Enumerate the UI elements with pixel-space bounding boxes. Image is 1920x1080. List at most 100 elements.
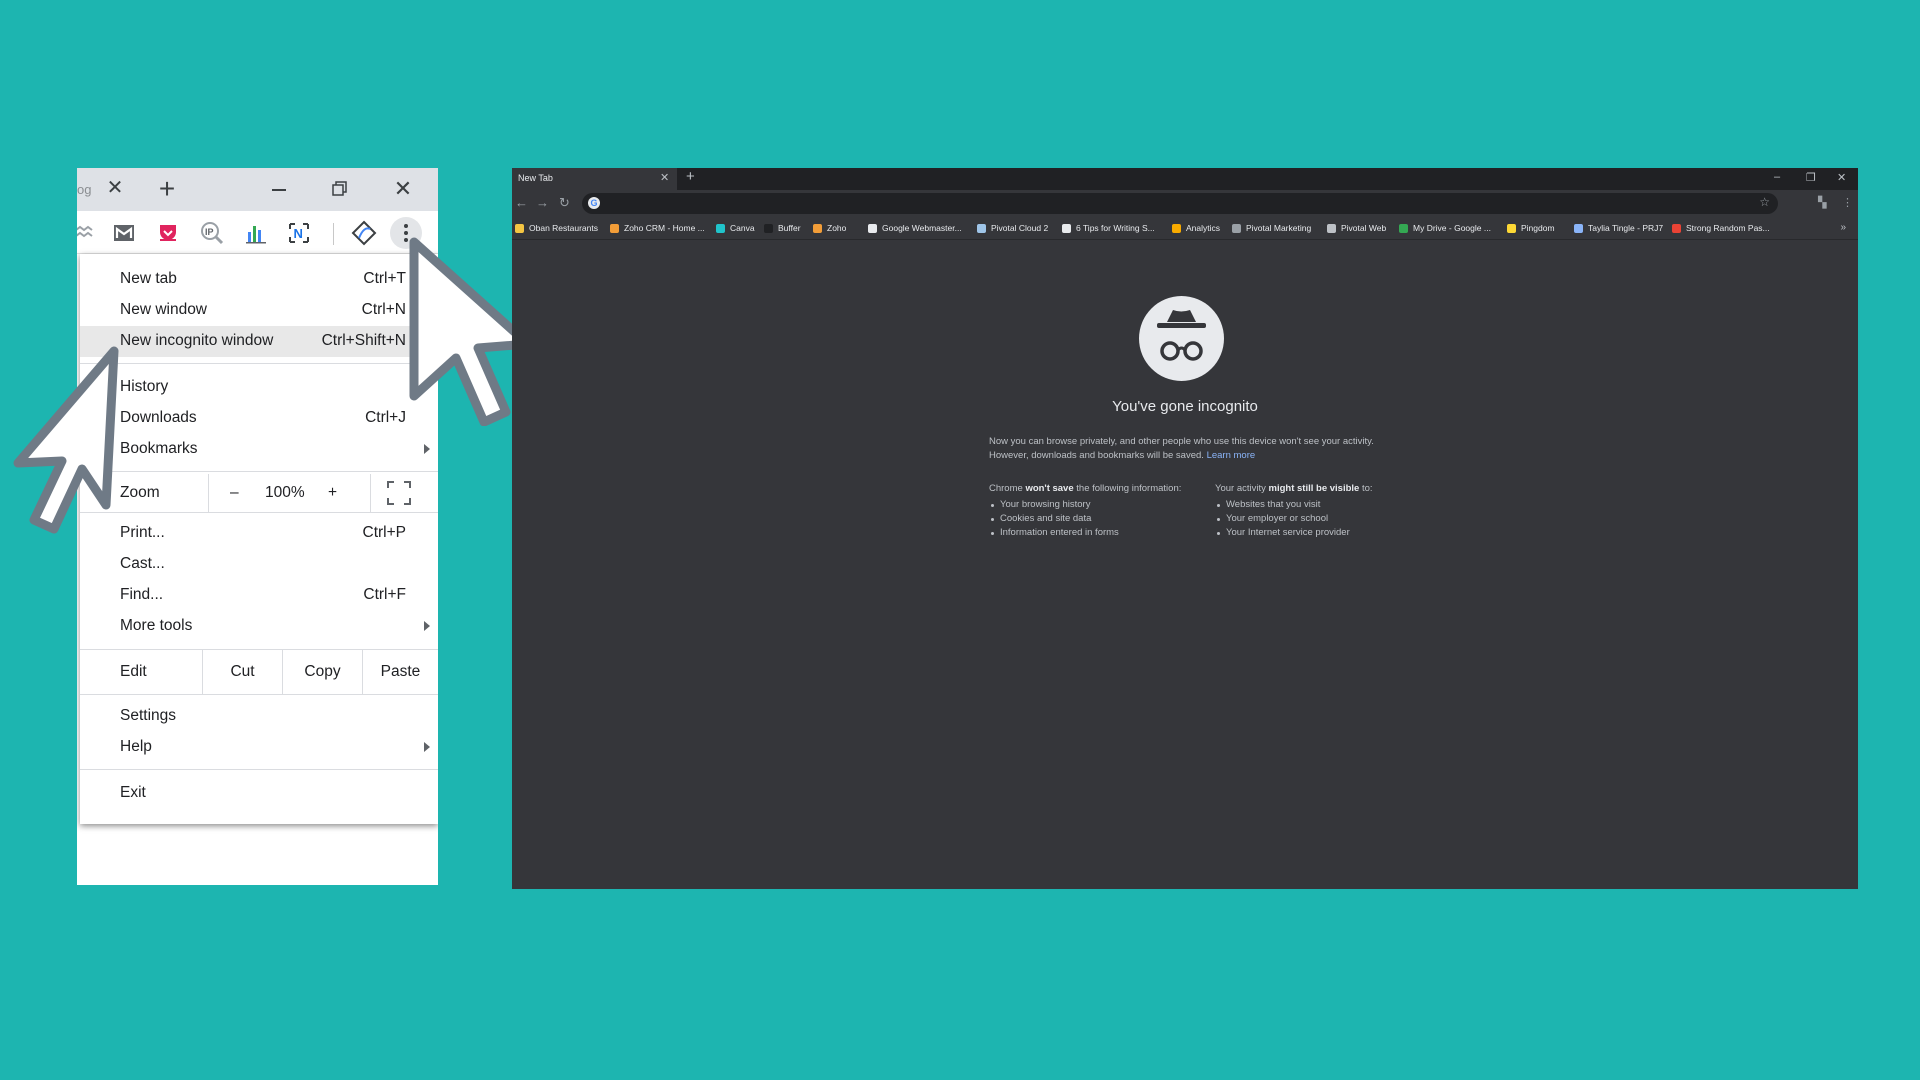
new-tab-plus-icon[interactable]: + bbox=[686, 168, 695, 185]
bookmark-item[interactable]: Canva bbox=[716, 223, 755, 233]
bookmark-item[interactable]: Zoho bbox=[813, 223, 846, 233]
menu-item-edit: Edit Cut Copy Paste bbox=[80, 650, 438, 694]
minimize-icon[interactable] bbox=[267, 178, 291, 200]
menu-item-downloads[interactable]: Downloads Ctrl+J bbox=[80, 403, 438, 434]
notion-n-icon[interactable]: N bbox=[286, 220, 312, 246]
bookmark-label: Zoho CRM - Home ... bbox=[624, 223, 705, 233]
incognito-spy-icon bbox=[1139, 296, 1224, 381]
address-bar[interactable]: G ☆ bbox=[582, 193, 1778, 214]
bookmark-favicon-icon bbox=[610, 223, 619, 233]
heading-text: to: bbox=[1359, 483, 1373, 494]
window-close-icon[interactable]: ✕ bbox=[1837, 171, 1846, 184]
forward-arrow-icon[interactable]: → bbox=[536, 195, 549, 210]
menu-shortcut: Ctrl+P bbox=[362, 524, 407, 541]
list-item: Your employer or school bbox=[1215, 512, 1373, 526]
menu-item-find[interactable]: Find... Ctrl+F bbox=[80, 580, 438, 611]
back-arrow-icon[interactable]: ← bbox=[515, 195, 528, 210]
bookmark-label: Pivotal Web bbox=[1341, 223, 1387, 233]
bookmark-item[interactable]: 6 Tips for Writing S... bbox=[1062, 223, 1155, 233]
incognito-browser-window: New Tab ✕ + – ❐ ✕ ← → ↻ G ☆ ▚ ⋮ Oban Res… bbox=[512, 168, 1858, 889]
wont-save-list: Chrome won't save the following informat… bbox=[989, 482, 1181, 540]
menu-item-new-incognito-window[interactable]: New incognito window Ctrl+Shift+N bbox=[80, 326, 438, 357]
new-tab-plus-icon[interactable]: + bbox=[150, 172, 184, 206]
menu-item-new-tab[interactable]: New tab Ctrl+T bbox=[80, 264, 438, 295]
copy-button[interactable]: Copy bbox=[282, 650, 362, 694]
chrome-menu-screenshot: og ✕ + ✕ IP N New tab Ctrl+T New window … bbox=[77, 168, 438, 885]
analytics-chart-icon[interactable] bbox=[243, 220, 269, 246]
bookmark-label: Pingdom bbox=[1521, 223, 1555, 233]
zoom-out-button[interactable]: – bbox=[230, 484, 239, 502]
bookmark-item[interactable]: Taylia Tingle - PRJ7 bbox=[1574, 223, 1663, 233]
extensions-toolbar: IP N bbox=[77, 211, 438, 254]
still-visible-heading: Your activity might still be visible to: bbox=[1215, 482, 1373, 496]
bookmark-label: Google Webmaster... bbox=[882, 223, 962, 233]
reload-icon[interactable]: ↻ bbox=[559, 195, 570, 211]
menu-item-help[interactable]: Help bbox=[80, 732, 438, 763]
chrome-menu-kebab-icon[interactable]: ⋮ bbox=[1842, 196, 1853, 209]
tab-strip: og ✕ + ✕ bbox=[77, 168, 438, 211]
menu-item-cast[interactable]: Cast... bbox=[80, 549, 438, 580]
menu-label: Cast... bbox=[120, 555, 165, 572]
tab-close-icon[interactable]: ✕ bbox=[101, 174, 129, 202]
bookmark-item[interactable]: Pingdom bbox=[1507, 223, 1555, 233]
toolbar-separator bbox=[333, 223, 334, 245]
bookmark-item[interactable]: Pivotal Cloud 2 bbox=[977, 223, 1048, 233]
theme-extension-icon[interactable] bbox=[351, 220, 377, 246]
learn-more-link[interactable]: Learn more bbox=[1207, 450, 1256, 461]
bookmarks-sync-icon[interactable] bbox=[77, 220, 97, 246]
menu-separator bbox=[80, 471, 438, 472]
bookmark-item[interactable]: Oban Restaurants bbox=[515, 223, 598, 233]
bookmark-favicon-icon bbox=[1172, 223, 1181, 233]
cut-button[interactable]: Cut bbox=[202, 650, 282, 694]
bookmark-item[interactable]: Buffer bbox=[764, 223, 801, 233]
bookmark-favicon-icon bbox=[515, 223, 524, 233]
restore-icon[interactable] bbox=[328, 178, 352, 200]
zoom-in-button[interactable]: + bbox=[328, 484, 337, 502]
bookmark-label: Pivotal Marketing bbox=[1246, 223, 1312, 233]
bookmark-item[interactable]: Zoho CRM - Home ... bbox=[610, 223, 705, 233]
fullscreen-icon[interactable] bbox=[386, 480, 412, 506]
bookmark-label: 6 Tips for Writing S... bbox=[1076, 223, 1155, 233]
bookmark-item[interactable]: My Drive - Google ... bbox=[1399, 223, 1491, 233]
paste-button[interactable]: Paste bbox=[362, 650, 438, 694]
bookmark-item[interactable]: Strong Random Pas... bbox=[1672, 223, 1770, 233]
bookmark-item[interactable]: Google Webmaster... bbox=[868, 223, 962, 233]
gmail-icon[interactable] bbox=[111, 220, 137, 246]
menu-item-bookmarks[interactable]: Bookmarks bbox=[80, 434, 438, 465]
pocket-icon[interactable] bbox=[155, 220, 181, 246]
bookmark-star-icon[interactable]: ☆ bbox=[1759, 195, 1770, 209]
menu-separator bbox=[80, 694, 438, 695]
minimize-icon[interactable]: – bbox=[1774, 171, 1780, 183]
menu-item-print[interactable]: Print... Ctrl+P bbox=[80, 518, 438, 549]
bookmark-item[interactable]: Pivotal Marketing bbox=[1232, 223, 1311, 233]
tab-title: New Tab bbox=[518, 173, 553, 183]
bookmark-favicon-icon bbox=[1507, 223, 1516, 233]
menu-item-history[interactable]: History bbox=[80, 372, 438, 403]
menu-item-exit[interactable]: Exit bbox=[80, 778, 438, 809]
bookmark-item[interactable]: Analytics bbox=[1172, 223, 1220, 233]
menu-separator bbox=[80, 769, 438, 770]
list-item: Information entered in forms bbox=[989, 526, 1181, 540]
menu-item-more-tools[interactable]: More tools bbox=[80, 611, 438, 642]
menu-label: Find... bbox=[120, 586, 164, 603]
list-item: Websites that you visit bbox=[1215, 498, 1373, 512]
bookmark-label: Zoho bbox=[827, 223, 847, 233]
menu-item-zoom: Zoom – 100% + bbox=[80, 474, 438, 512]
bookmark-favicon-icon bbox=[977, 223, 986, 233]
large-cursor-arrow-icon bbox=[13, 346, 119, 534]
ip-lookup-icon[interactable]: IP bbox=[199, 220, 225, 246]
navigation-toolbar: ← → ↻ G ☆ ▚ ⋮ bbox=[512, 190, 1858, 218]
window-close-icon[interactable]: ✕ bbox=[390, 176, 416, 202]
tab-close-icon[interactable]: ✕ bbox=[660, 171, 669, 184]
menu-shortcut: Ctrl+F bbox=[363, 586, 406, 603]
bookmark-label: Canva bbox=[730, 223, 755, 233]
menu-item-new-window[interactable]: New window Ctrl+N bbox=[80, 295, 438, 326]
still-visible-items: Websites that you visit Your employer or… bbox=[1215, 498, 1373, 540]
restore-icon[interactable]: ❐ bbox=[1806, 171, 1816, 184]
bookmarks-overflow-icon[interactable]: » bbox=[1840, 222, 1846, 233]
bookmark-item[interactable]: Pivotal Web bbox=[1327, 223, 1386, 233]
incognito-profile-icon[interactable]: ▚ bbox=[1818, 196, 1826, 209]
tab-new-tab[interactable]: New Tab ✕ bbox=[512, 168, 677, 190]
menu-label: More tools bbox=[120, 617, 193, 634]
menu-item-settings[interactable]: Settings bbox=[80, 701, 438, 732]
